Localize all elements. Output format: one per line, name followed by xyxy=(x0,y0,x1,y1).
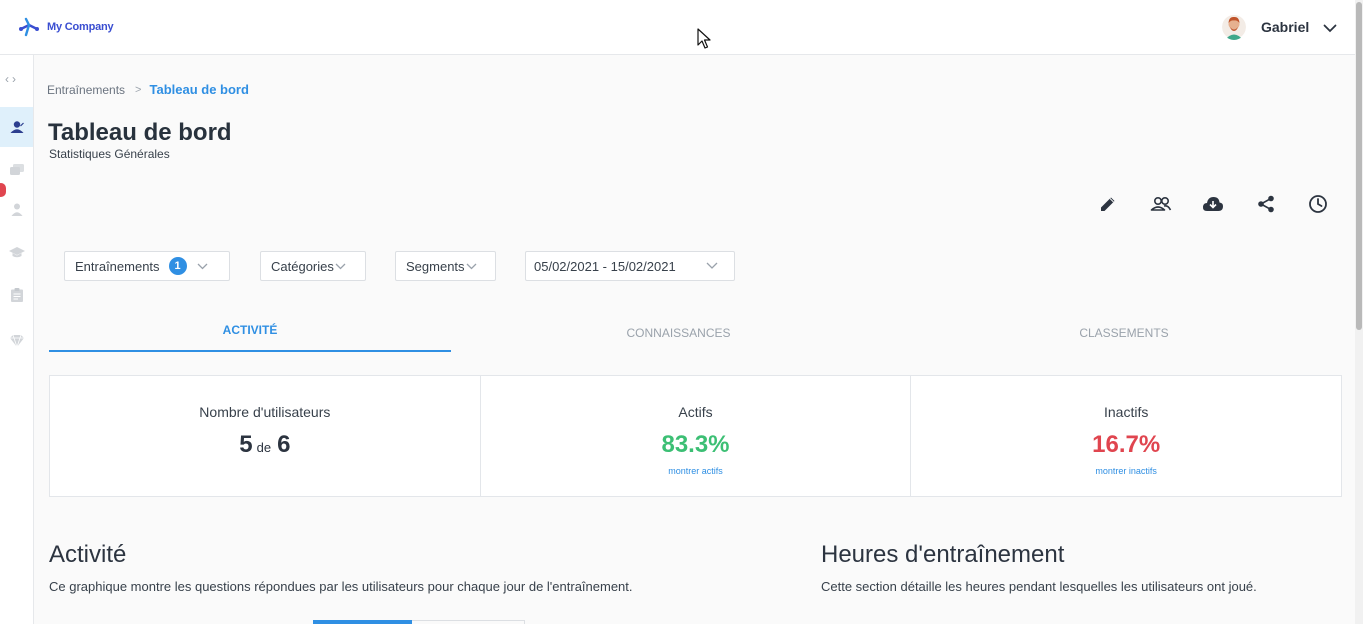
chevron-down-icon xyxy=(706,262,718,269)
clipboard-icon xyxy=(10,288,23,302)
chevron-down-icon xyxy=(197,263,208,269)
company-name: My Company xyxy=(47,21,114,33)
group-icon xyxy=(1150,196,1171,211)
toggle-option-selected[interactable] xyxy=(313,620,412,624)
segments-filter-label: Segments xyxy=(406,258,465,274)
collapse-toggle-icon[interactable]: ‹› xyxy=(5,72,19,86)
breadcrumb: Entraînements > Tableau de bord xyxy=(47,82,249,97)
categories-filter-label: Catégories xyxy=(271,258,334,274)
trophy-icon xyxy=(9,335,24,347)
show-active-link[interactable]: montrer actifs xyxy=(481,466,911,476)
tab-activity[interactable]: ACTIVITÉ xyxy=(49,318,451,352)
stat-users-total: 6 xyxy=(277,431,291,458)
breadcrumb-root-link[interactable]: Entraînements xyxy=(47,83,125,97)
stat-inactive: Inactifs 16.7% montrer inactifs xyxy=(911,376,1341,496)
cloud-download-icon xyxy=(1202,197,1224,211)
page-subtitle: Statistiques Générales xyxy=(49,147,170,161)
activity-view-toggle xyxy=(313,620,525,624)
chat-icon xyxy=(9,164,24,175)
page-title: Tableau de bord xyxy=(48,119,232,146)
history-button[interactable] xyxy=(1306,193,1330,215)
dashboard-toolbar xyxy=(1096,193,1359,215)
chevron-down-icon[interactable] xyxy=(1323,24,1337,33)
chevron-down-icon xyxy=(466,263,477,269)
company-logo[interactable]: My Company xyxy=(18,16,114,38)
hours-section-title: Heures d'entraînement xyxy=(821,541,1065,568)
show-inactive-link[interactable]: montrer inactifs xyxy=(911,466,1341,476)
chevron-down-icon xyxy=(335,263,346,269)
tab-knowledge[interactable]: CONNAISSANCES xyxy=(574,326,783,346)
sidebar-item-reports[interactable] xyxy=(0,275,33,315)
person-icon xyxy=(11,203,22,216)
activity-section-desc: Ce graphique montre les questions répond… xyxy=(49,579,633,594)
share-icon xyxy=(1257,195,1274,213)
mouse-cursor-icon xyxy=(697,28,711,49)
stat-active-value: 83.3% xyxy=(661,431,730,458)
avatar[interactable] xyxy=(1222,14,1246,40)
share-button[interactable] xyxy=(1254,193,1278,215)
stats-panel: Nombre d'utilisateurs 5 de 6 Actifs 83.3% … xyxy=(49,375,1342,497)
download-button[interactable] xyxy=(1201,193,1225,215)
stat-users-connector: de xyxy=(256,440,272,455)
stat-inactive-label: Inactifs xyxy=(1104,404,1149,420)
edit-button[interactable] xyxy=(1096,193,1120,215)
trainings-count-badge: 1 xyxy=(168,257,187,275)
trainings-filter-label: Entraînements xyxy=(75,258,160,274)
edit-icon xyxy=(1101,197,1115,211)
sidebar: ‹› xyxy=(0,55,34,624)
date-range-value: 05/02/2021 - 15/02/2021 xyxy=(534,258,676,274)
user-menu[interactable]: Gabriel xyxy=(1222,14,1337,40)
logo-icon xyxy=(19,17,39,37)
breadcrumb-current: Tableau de bord xyxy=(149,82,249,97)
hours-section-desc: Cette section détaille les heures pendan… xyxy=(821,579,1257,594)
stat-active: Actifs 83.3% montrer actifs xyxy=(481,376,912,496)
stat-users-label: Nombre d'utilisateurs xyxy=(199,404,331,420)
sidebar-item-dashboard[interactable] xyxy=(0,107,33,147)
toggle-option[interactable] xyxy=(412,620,525,624)
stat-active-label: Actifs xyxy=(678,404,713,420)
segments-filter[interactable]: Segments xyxy=(395,251,496,281)
stat-users-value: 5 de 6 xyxy=(50,431,480,459)
sidebar-item-rewards[interactable] xyxy=(0,321,33,361)
activity-section-title: Activité xyxy=(49,541,127,568)
history-icon xyxy=(1309,195,1327,213)
categories-filter[interactable]: Catégories xyxy=(260,251,366,281)
stat-users-count: 5 xyxy=(239,431,253,458)
scrollbar-thumb[interactable] xyxy=(1356,2,1362,330)
date-range-picker[interactable]: 05/02/2021 - 15/02/2021 xyxy=(525,251,735,281)
breadcrumb-separator-icon: > xyxy=(135,83,142,96)
trainings-filter[interactable]: Entraînements 1 xyxy=(64,251,230,281)
users-dashboard-icon xyxy=(10,121,24,133)
page-scrollbar[interactable] xyxy=(1355,0,1363,624)
stat-inactive-value: 16.7% xyxy=(1092,431,1161,458)
top-bar: My Company Gabriel xyxy=(0,0,1363,55)
graduation-cap-icon xyxy=(8,246,25,257)
sidebar-item-profile[interactable] xyxy=(0,189,33,229)
participants-button[interactable] xyxy=(1149,193,1173,215)
tab-rankings[interactable]: CLASSEMENTS xyxy=(1034,326,1214,346)
stat-users: Nombre d'utilisateurs 5 de 6 xyxy=(50,376,481,496)
sidebar-item-training[interactable] xyxy=(0,232,33,272)
dashboard-tabs: ACTIVITÉ CONNAISSANCES CLASSEMENTS xyxy=(49,318,1341,352)
user-name[interactable]: Gabriel xyxy=(1261,19,1309,35)
